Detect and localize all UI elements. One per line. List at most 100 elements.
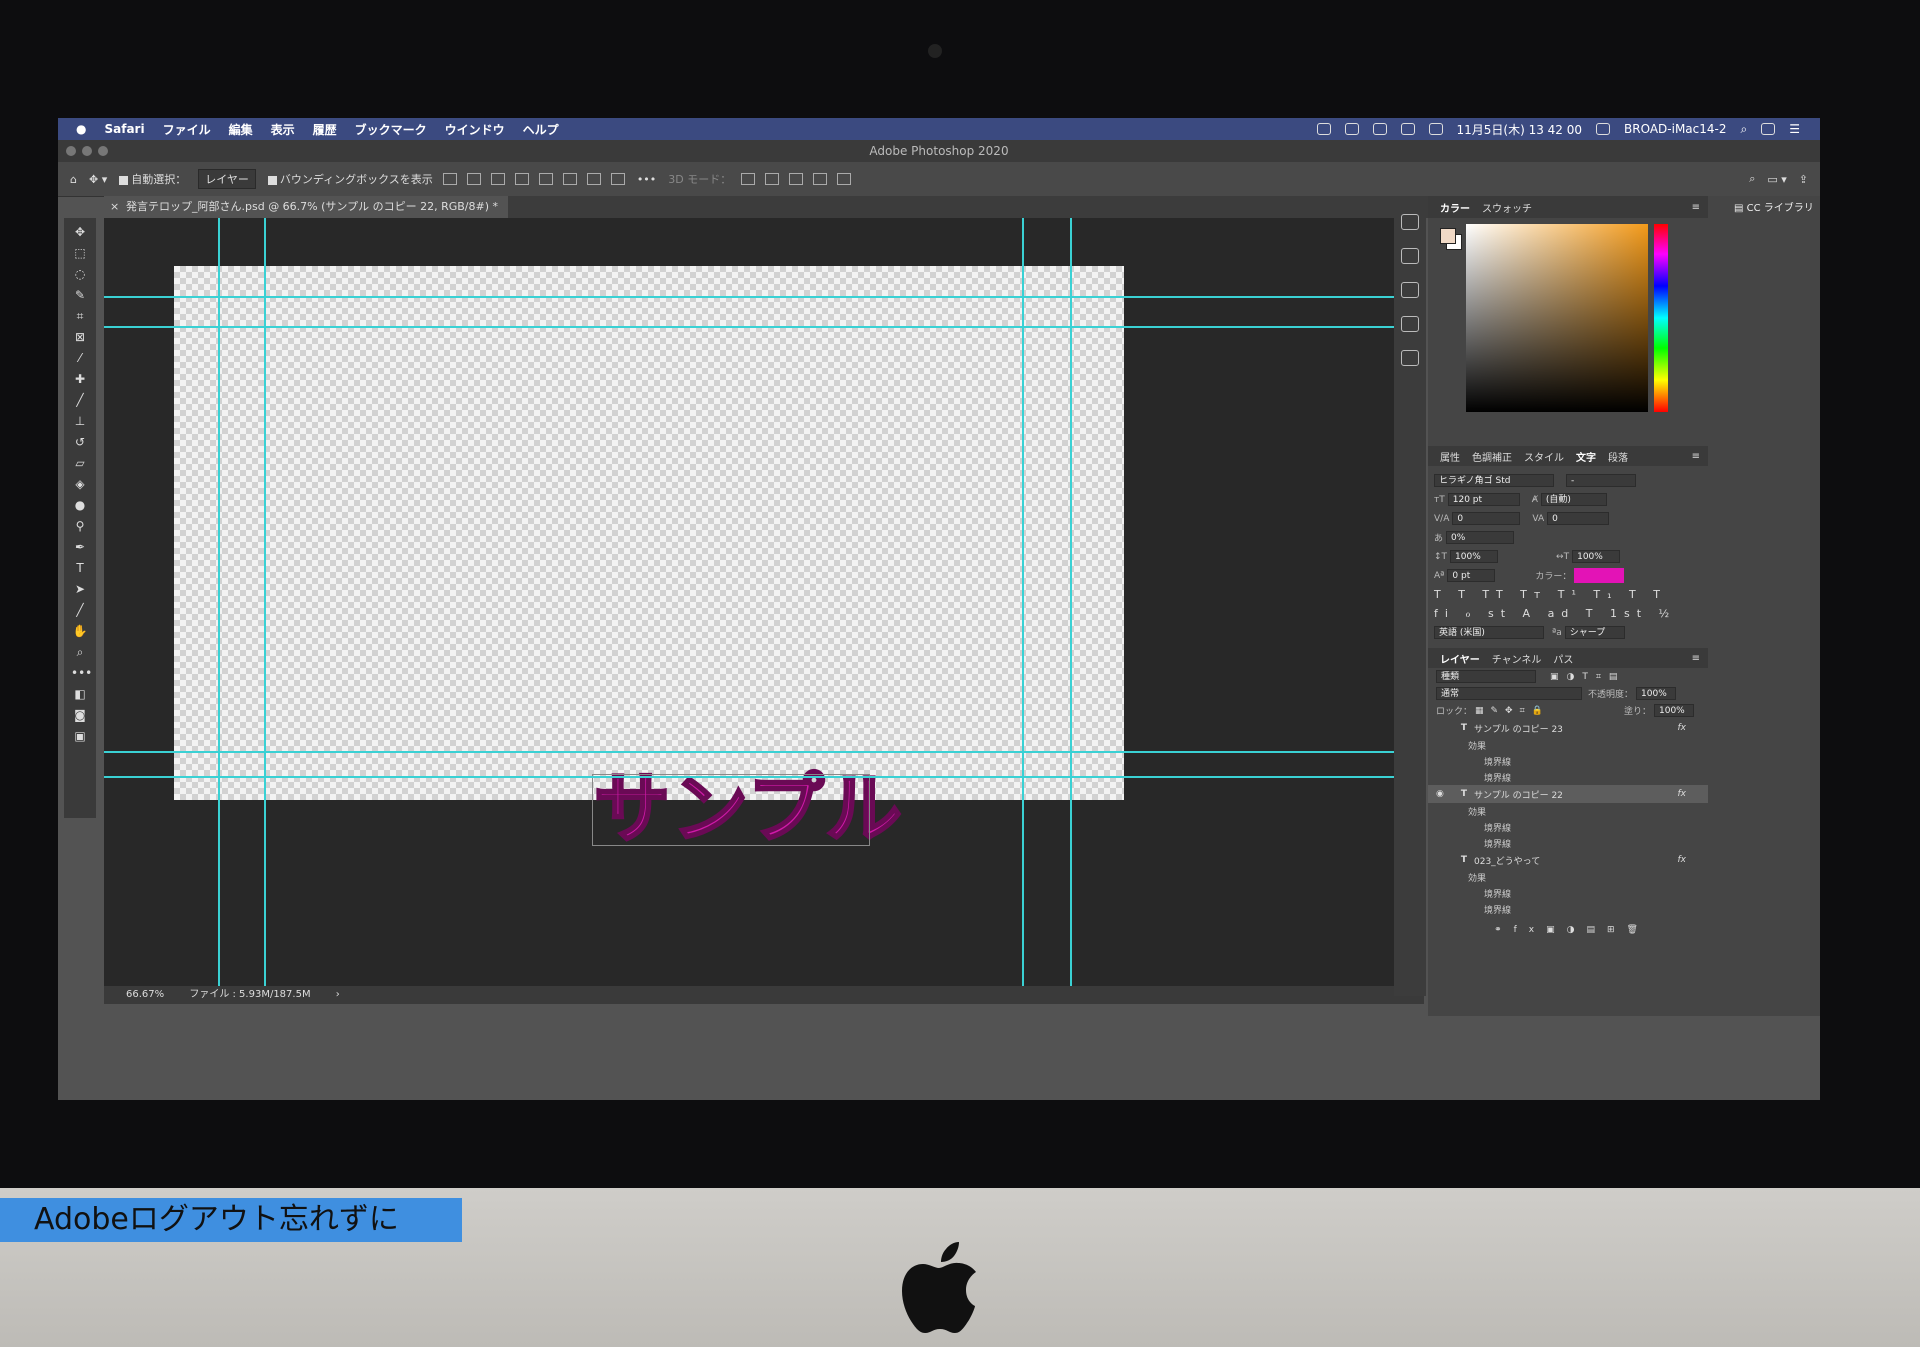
wifi-icon[interactable] — [1428, 123, 1443, 135]
zoom-level[interactable]: 66.67% — [126, 989, 164, 1000]
tab-character[interactable]: 文字 — [1576, 449, 1596, 464]
history-brush-tool-icon[interactable]: ↺ — [71, 435, 89, 449]
quick-mask-icon[interactable]: ◙ — [71, 708, 89, 722]
3d-camera-icon[interactable] — [837, 173, 852, 185]
lock-buttons[interactable]: ▦✎✥⌗🔒 — [1475, 706, 1550, 716]
effect-row[interactable]: 境界線 — [1428, 819, 1708, 835]
menu-bookmarks[interactable]: ブックマーク — [355, 121, 427, 138]
color-picker-field[interactable] — [1466, 224, 1648, 412]
paint-bucket-tool-icon[interactable]: ◈ — [71, 477, 89, 491]
frame-tool-icon[interactable]: ⊠ — [71, 330, 89, 344]
crop-tool-icon[interactable]: ⌗ — [71, 309, 89, 323]
quick-select-tool-icon[interactable]: ✎ — [71, 288, 89, 302]
edit-toolbar-icon[interactable]: ••• — [71, 666, 92, 680]
tsume-field[interactable]: 0% — [1446, 531, 1515, 544]
cc-status-icon[interactable] — [1316, 123, 1331, 135]
dodge-tool-icon[interactable]: ⚲ — [71, 519, 89, 533]
guide-horizontal[interactable] — [104, 326, 1424, 328]
guide-vertical[interactable] — [1022, 218, 1024, 986]
font-family-select[interactable]: ヒラギノ角ゴ Std — [1434, 474, 1554, 487]
character-panel-icon[interactable] — [1401, 316, 1419, 332]
3d-orbit-icon[interactable] — [741, 173, 756, 185]
fx-icon[interactable]: fx — [1678, 789, 1687, 799]
panel-menu-icon[interactable]: ≡ — [1692, 202, 1700, 213]
tab-properties[interactable]: 属性 — [1440, 449, 1460, 464]
effect-row[interactable]: 境界線 — [1428, 885, 1708, 901]
font-style-select[interactable]: - — [1566, 474, 1636, 487]
line-tool-icon[interactable]: ╱ — [71, 603, 89, 617]
fill-field[interactable]: 100% — [1654, 704, 1694, 717]
stamp-tool-icon[interactable]: ⊥ — [71, 414, 89, 428]
font-size-field[interactable]: 120 pt — [1447, 493, 1520, 506]
visibility-toggle[interactable] — [1436, 723, 1446, 733]
guide-vertical[interactable] — [1070, 218, 1072, 986]
tab-paths[interactable]: パス — [1553, 651, 1573, 666]
properties-panel-icon[interactable] — [1401, 282, 1419, 298]
file-size-info[interactable]: ファイル : 5.93M/187.5M — [189, 989, 310, 1000]
align-center-icon[interactable] — [466, 173, 481, 185]
menubar-datetime[interactable]: 11月5日(木) 13 42 00 — [1457, 121, 1583, 138]
baseline-shift-field[interactable]: 0 pt — [1447, 569, 1496, 582]
lasso-tool-icon[interactable]: ◌ — [71, 267, 89, 281]
glyphs-panel-icon[interactable] — [1401, 350, 1419, 366]
menu-safari[interactable]: Safari — [104, 122, 144, 136]
tab-swatches[interactable]: スウォッチ — [1482, 200, 1532, 215]
move-tool-icon[interactable]: ✥ — [71, 225, 89, 239]
zoom-window-button[interactable] — [98, 146, 108, 156]
history-panel-icon[interactable] — [1401, 214, 1419, 230]
menu-file[interactable]: ファイル — [163, 121, 211, 138]
opacity-field[interactable]: 100% — [1636, 687, 1677, 700]
align-middle-icon[interactable] — [562, 173, 577, 185]
siri-icon[interactable] — [1761, 123, 1776, 135]
hue-slider[interactable] — [1654, 224, 1668, 412]
distribute-icon[interactable] — [514, 173, 529, 185]
eye-icon[interactable]: ◉ — [1436, 789, 1446, 799]
distribute-vertical-icon[interactable] — [610, 173, 625, 185]
effects-row[interactable]: 効果 — [1428, 803, 1708, 819]
search-icon[interactable]: ⌕ — [1749, 172, 1755, 186]
show-bounding-box-checkbox[interactable]: バウンディングボックスを表示 — [267, 171, 433, 187]
layer-name[interactable]: サンプル のコピー 23 — [1474, 722, 1563, 735]
panel-menu-icon[interactable]: ≡ — [1692, 451, 1700, 462]
align-right-icon[interactable] — [490, 173, 505, 185]
brush-tool-icon[interactable]: ╱ — [71, 393, 89, 407]
input-method-icon[interactable] — [1596, 123, 1611, 135]
blur-tool-icon[interactable]: ● — [71, 498, 89, 512]
guide-horizontal[interactable] — [104, 776, 1424, 778]
home-icon[interactable]: ⌂ — [70, 173, 77, 186]
pen-tool-icon[interactable]: ✒ — [71, 540, 89, 554]
language-select[interactable]: 英語 (米国) — [1434, 626, 1544, 639]
layer-row-selected[interactable]: ◉ T サンプル のコピー 22 fx — [1428, 785, 1708, 803]
spotlight-icon[interactable]: ⌕ — [1741, 122, 1748, 137]
layer-filter-select[interactable]: 種類 — [1436, 670, 1536, 683]
3d-slide-icon[interactable] — [813, 173, 828, 185]
eraser-tool-icon[interactable]: ▱ — [71, 456, 89, 470]
cc-libraries-header[interactable]: ▤ CC ライブラリ — [1708, 196, 1820, 222]
menu-history[interactable]: 履歴 — [313, 121, 337, 138]
type-tool-icon[interactable]: T — [71, 561, 89, 575]
blend-mode-select[interactable]: 通常 — [1436, 687, 1582, 700]
time-machine-icon[interactable] — [1372, 123, 1387, 135]
tab-layers[interactable]: レイヤー — [1440, 651, 1480, 666]
tab-paragraph[interactable]: 段落 — [1608, 449, 1628, 464]
tab-color[interactable]: カラー — [1440, 200, 1470, 215]
fx-icon[interactable]: fx — [1678, 723, 1687, 733]
anti-alias-select[interactable]: シャープ — [1564, 626, 1625, 639]
guide-horizontal[interactable] — [104, 751, 1424, 753]
effect-row[interactable]: 境界線 — [1428, 901, 1708, 917]
layer-row[interactable]: T サンプル のコピー 23 fx — [1428, 719, 1708, 737]
guide-horizontal[interactable] — [104, 296, 1424, 298]
bluetooth-icon[interactable] — [1400, 123, 1415, 135]
panel-menu-icon[interactable]: ≡ — [1692, 653, 1700, 664]
eyedropper-tool-icon[interactable]: ⁄ — [71, 351, 89, 365]
kerning-field[interactable]: 0 — [1452, 512, 1521, 525]
type-style-buttons[interactable]: T T TT Tт T¹ T₁ T T — [1434, 588, 1667, 601]
chevron-right-icon[interactable]: › — [336, 989, 340, 1000]
minimize-window-button[interactable] — [82, 146, 92, 156]
apple-menu-icon[interactable]: ● — [76, 122, 86, 136]
airplay-icon[interactable] — [1344, 123, 1359, 135]
3d-pan-icon[interactable] — [789, 173, 804, 185]
effect-row[interactable]: 境界線 — [1428, 753, 1708, 769]
guide-vertical[interactable] — [218, 218, 220, 986]
menubar-user[interactable]: BROAD-iMac14-2 — [1624, 122, 1726, 136]
